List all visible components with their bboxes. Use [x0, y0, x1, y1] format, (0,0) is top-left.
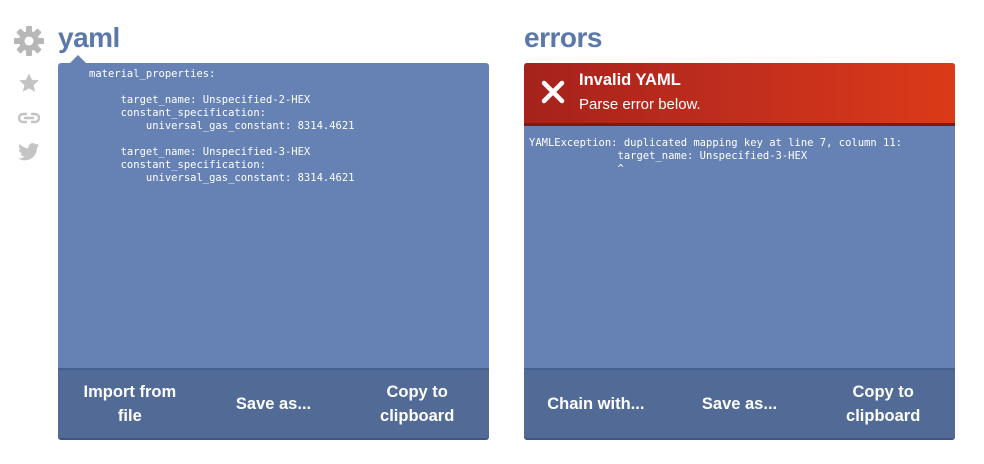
import-from-file-button[interactable]: Import from file	[58, 380, 202, 428]
close-icon	[540, 79, 566, 105]
alert-subtitle: Parse error below.	[579, 96, 701, 113]
errors-panel: Invalid YAML Parse error below. YAMLExce…	[524, 63, 955, 438]
copy-to-clipboard-button[interactable]: Copy to clipboard	[811, 380, 955, 428]
save-as-button[interactable]: Save as...	[668, 392, 812, 416]
alert-title: Invalid YAML	[579, 71, 681, 89]
gear-icon[interactable]	[12, 24, 46, 58]
yaml-pointer	[70, 55, 86, 63]
star-icon[interactable]	[12, 70, 46, 96]
error-output: YAMLException: duplicated mapping key at…	[529, 137, 902, 175]
error-alert: Invalid YAML Parse error below.	[524, 63, 955, 123]
errors-title: errors	[524, 22, 602, 53]
copy-to-clipboard-button[interactable]: Copy to clipboard	[345, 380, 489, 428]
yaml-panel: material_properties: target_name: Unspec…	[58, 63, 489, 438]
errors-footer: Chain with... Save as... Copy to clipboa…	[524, 368, 955, 438]
yaml-editor[interactable]: material_properties: target_name: Unspec…	[89, 63, 355, 185]
chain-with-button[interactable]: Chain with...	[524, 392, 668, 416]
yaml-footer: Import from file Save as... Copy to clip…	[58, 368, 489, 438]
twitter-icon[interactable]	[12, 140, 46, 164]
save-as-button[interactable]: Save as...	[202, 392, 346, 416]
yaml-title: yaml	[58, 22, 120, 53]
link-icon[interactable]	[12, 108, 46, 128]
